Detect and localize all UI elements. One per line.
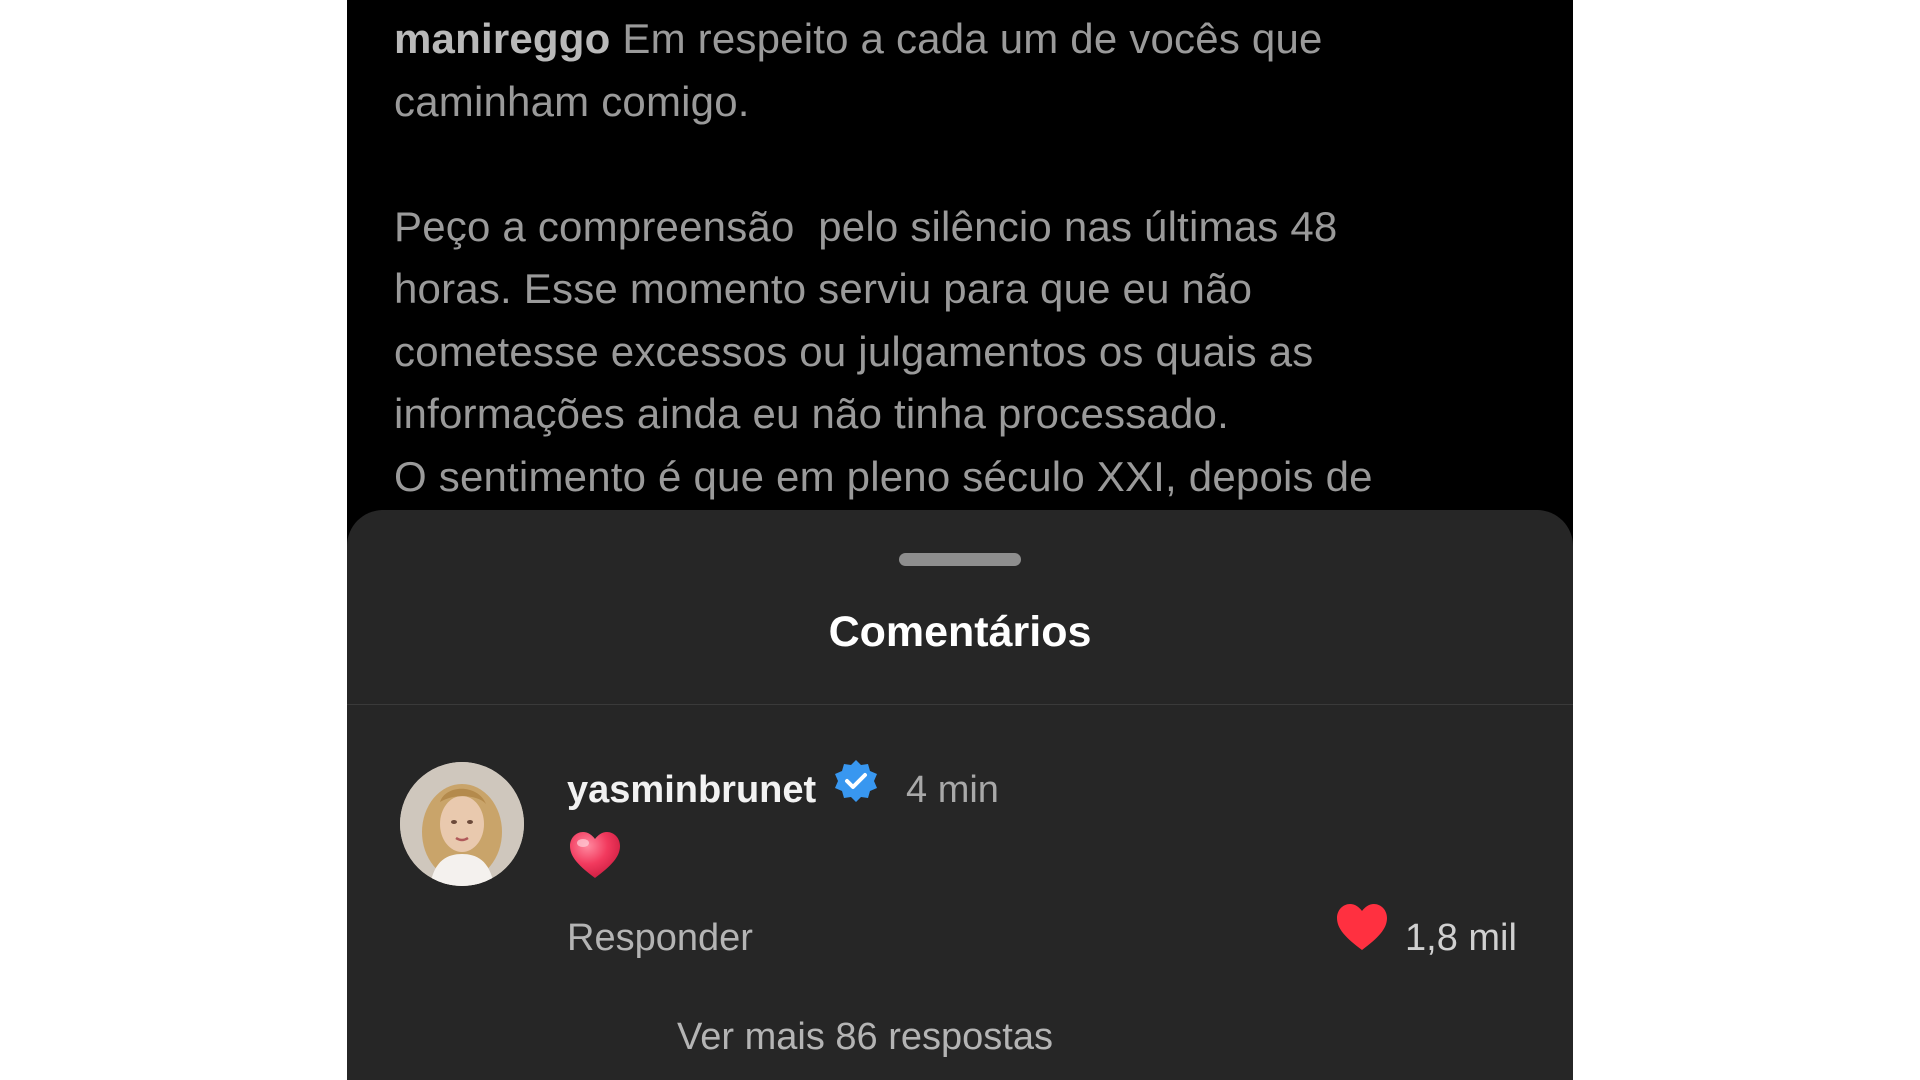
reply-button[interactable]: Responder [567,908,753,968]
comments-sheet: Comentários yasminbrunet 4 min Responder… [347,510,1573,1080]
comment-avatar[interactable] [400,762,524,886]
sheet-drag-handle[interactable] [899,553,1021,566]
comment-timestamp: 4 min [906,769,999,811]
sheet-title: Comentários [828,608,1092,656]
sheet-divider [347,704,1573,705]
post-screen: manireggo Em respeito a cada um de vocês… [347,0,1573,1080]
like-count: 1,8 mil [1405,917,1517,959]
caption-username[interactable]: manireggo [394,15,611,62]
view-more-replies-button[interactable]: Ver mais 86 respostas [677,1007,1053,1067]
verified-badge-icon [835,760,877,802]
comment-username[interactable]: yasminbrunet [567,760,816,820]
red-heart-emoji-icon [570,832,620,878]
post-caption: manireggo Em respeito a cada um de vocês… [394,8,1534,508]
caption-text: Em respeito a cada um de vocês que camin… [394,15,1373,500]
heart-like-icon[interactable] [1334,900,1390,956]
